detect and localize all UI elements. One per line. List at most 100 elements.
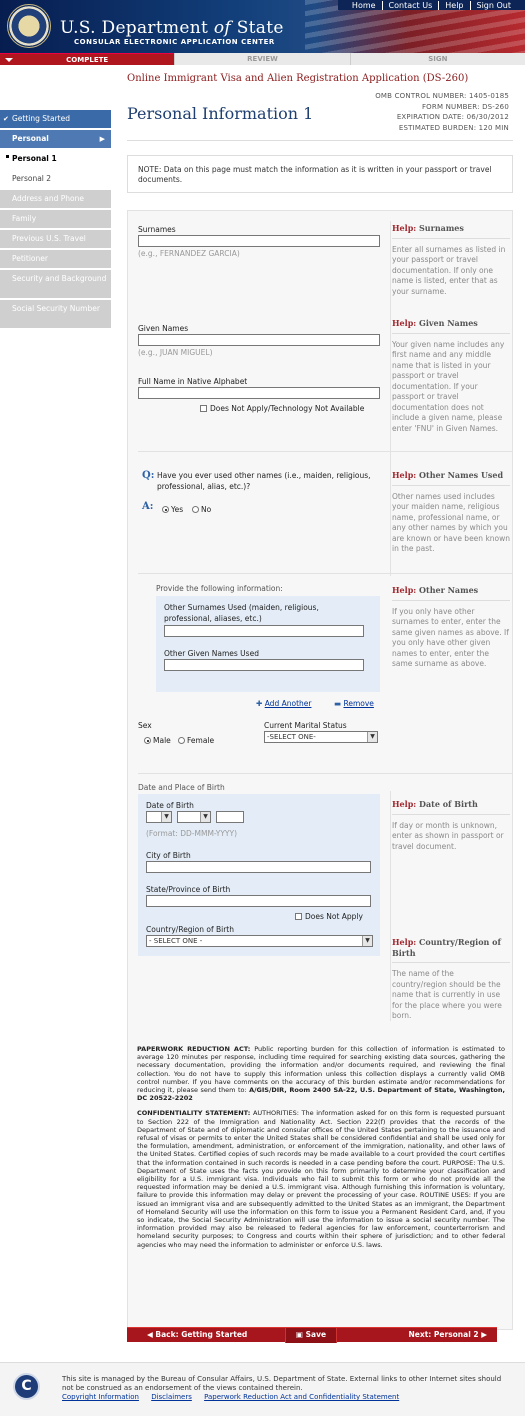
radio-button[interactable] <box>162 506 169 513</box>
other-surnames-input[interactable] <box>164 625 364 637</box>
help-other-names-used: Help: Other Names Used Other names used … <box>392 470 511 553</box>
dob-year-input[interactable] <box>216 811 244 823</box>
native-name-label: Full Name in Native Alphabet <box>138 377 248 386</box>
radio-button[interactable] <box>192 506 199 513</box>
state-department-seal <box>7 4 51 48</box>
other-names-question: Have you ever used other names (i.e., ma… <box>157 471 371 491</box>
note-box: NOTE: Data on this page must match the i… <box>127 155 513 193</box>
state-input[interactable] <box>146 895 371 907</box>
radio-male[interactable]: Male <box>144 736 171 745</box>
chevron-down-icon: ▼ <box>161 812 171 822</box>
omb-info: OMB CONTROL NUMBER: 1405-0185 FORM NUMBER… <box>375 92 509 132</box>
dob-format: (Format: DD-MMM-YYYY) <box>146 829 238 838</box>
department-title: U.S. Department of State <box>60 18 284 38</box>
application-title: Online Immigrant Visa and Alien Registra… <box>127 73 469 84</box>
save-icon: ▣ <box>295 1330 303 1339</box>
home-link[interactable]: Home <box>346 1 382 10</box>
save-button[interactable]: ▣ Save <box>285 1328 337 1343</box>
sidebar-item-personal[interactable]: Personal <box>0 130 111 148</box>
minus-icon: ▬ <box>334 699 342 708</box>
radio-yes[interactable]: Yes <box>162 505 183 514</box>
given-names-label: Given Names <box>138 324 189 333</box>
sign-out-link[interactable]: Sign Out <box>469 0 518 10</box>
marital-status-select[interactable]: -SELECT ONE- ▼ <box>264 731 378 743</box>
divider <box>127 140 513 141</box>
sidebar-item-security: Security and Background <box>0 270 111 298</box>
radio-female[interactable]: Female <box>178 736 214 745</box>
chevron-down-icon: ▼ <box>362 936 372 946</box>
confidentiality-statement: CONFIDENTIALITY STATEMENT: AUTHORITIES: … <box>137 1109 505 1249</box>
next-button[interactable]: Next: Personal 2 ▶ <box>409 1328 487 1343</box>
ceac-subtitle: CONSULAR ELECTRONIC APPLICATION CENTER <box>74 38 275 46</box>
surnames-input[interactable] <box>138 235 380 247</box>
city-label: City of Birth <box>146 851 191 860</box>
dob-section-label: Date and Place of Birth <box>138 783 225 792</box>
step-complete: COMPLETE <box>0 53 175 65</box>
divider <box>138 773 512 774</box>
question-marker: Q: <box>142 470 155 481</box>
dob-day-select[interactable]: ▼ <box>146 811 172 823</box>
step-sign: SIGN <box>349 53 525 65</box>
help-given-names: Help: Given Names Your given name includ… <box>392 318 510 434</box>
help-link[interactable]: Help <box>438 0 469 10</box>
dob-month-select[interactable]: ▼ <box>177 811 211 823</box>
surnames-example: (e.g., FERNANDEZ GARCIA) <box>138 249 240 258</box>
dob-label: Date of Birth <box>146 801 194 810</box>
sidebar-item-address-phone: Address and Phone <box>0 190 111 208</box>
sidebar: Getting Started Personal Personal 1 Pers… <box>0 110 111 330</box>
footer: C This site is managed by the Bureau of … <box>0 1362 525 1416</box>
chevron-down-icon: ▼ <box>367 732 377 742</box>
other-given-names-input[interactable] <box>164 659 364 671</box>
divider <box>138 573 512 574</box>
help-country: Help: Country/Region of Birth The name o… <box>392 937 510 1022</box>
radio-button[interactable] <box>144 737 151 744</box>
sidebar-item-petitioner: Petitioner <box>0 250 111 268</box>
chevron-down-icon: ▼ <box>200 812 210 822</box>
sidebar-item-personal-2[interactable]: Personal 2 <box>0 170 111 188</box>
step-review: REVIEW <box>174 53 350 65</box>
country-select[interactable]: - SELECT ONE - ▼ <box>146 935 373 947</box>
state-label: State/Province of Birth <box>146 885 231 894</box>
help-divider <box>390 791 391 1021</box>
surnames-label: Surnames <box>138 225 176 234</box>
given-names-input[interactable] <box>138 334 380 346</box>
country-label: Country/Region of Birth <box>146 925 235 934</box>
back-button[interactable]: ◀ Back: Getting Started <box>147 1328 247 1343</box>
sidebar-item-previous-travel: Previous U.S. Travel <box>0 230 111 248</box>
form-navigation: ◀ Back: Getting Started ▣ Save Next: Per… <box>127 1327 497 1343</box>
given-names-example: (e.g., JUAN MIGUEL) <box>138 348 213 357</box>
pra-statement-link[interactable]: Paperwork Reduction Act and Confidential… <box>204 1393 399 1401</box>
remove-link[interactable]: ▬ Remove <box>334 699 374 708</box>
divider <box>138 451 512 452</box>
legal-text: PAPERWORK REDUCTION ACT: Public reportin… <box>137 1045 505 1249</box>
help-other-names: Help: Other Names If you only have other… <box>392 585 510 668</box>
page-title: Personal Information 1 <box>127 104 314 123</box>
checkbox[interactable] <box>295 913 302 920</box>
paperwork-reduction-act: PAPERWORK REDUCTION ACT: Public reportin… <box>137 1045 506 1103</box>
other-surnames-label: Other Surnames Used (maiden, religious, … <box>164 603 319 623</box>
state-does-not-apply[interactable]: Does Not Apply <box>295 912 363 921</box>
contact-us-link[interactable]: Contact Us <box>381 0 439 10</box>
sidebar-item-family: Family <box>0 210 111 228</box>
answer-marker: A: <box>142 501 154 512</box>
native-name-input[interactable] <box>138 387 380 399</box>
progress-steps: COMPLETE REVIEW SIGN <box>0 53 525 65</box>
does-not-apply-tech[interactable]: Does Not Apply/Technology Not Available <box>200 404 364 413</box>
help-surnames: Help: Surnames Enter all surnames as lis… <box>392 223 510 297</box>
sidebar-item-ssn: Social Security Number <box>0 300 111 328</box>
help-divider <box>390 221 391 576</box>
other-given-names-label: Other Given Names Used <box>164 649 259 658</box>
checkbox[interactable] <box>200 405 207 412</box>
city-input[interactable] <box>146 861 371 873</box>
radio-no[interactable]: No <box>192 505 211 514</box>
top-nav: Home Contact Us Help Sign Out <box>337 0 525 10</box>
provide-info-label: Provide the following information: <box>156 584 283 593</box>
sidebar-item-personal-1[interactable]: Personal 1 <box>0 150 111 168</box>
plus-icon: ✚ <box>256 699 263 708</box>
sidebar-item-getting-started[interactable]: Getting Started <box>0 110 111 128</box>
add-another-link[interactable]: ✚ Add Another <box>256 699 311 708</box>
consular-affairs-logo: C <box>13 1373 40 1400</box>
radio-button[interactable] <box>178 737 185 744</box>
disclaimers-link[interactable]: Disclaimers <box>151 1393 192 1401</box>
copyright-link[interactable]: Copyright Information <box>62 1393 139 1401</box>
